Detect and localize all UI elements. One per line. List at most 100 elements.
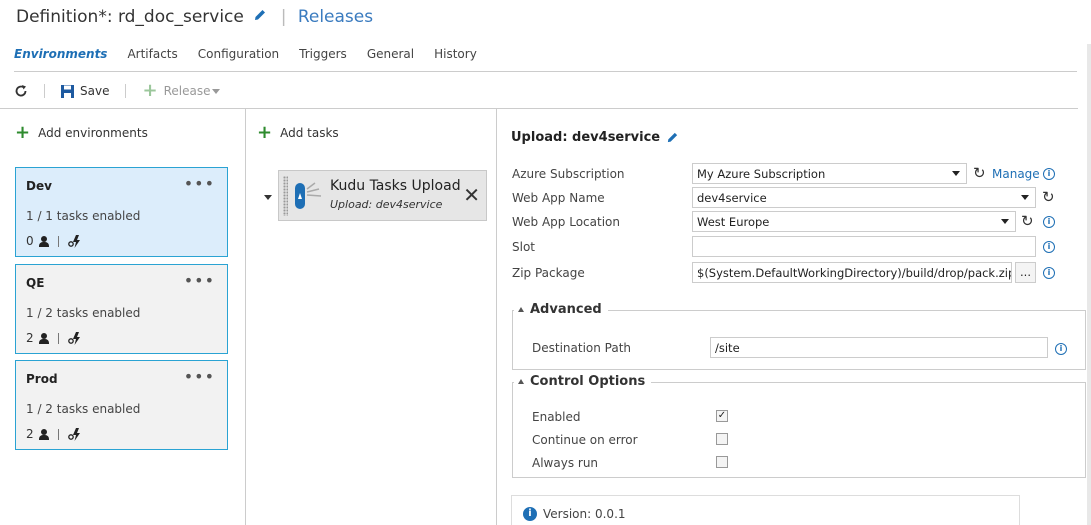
chevron-down-icon <box>212 88 221 94</box>
tab-artifacts[interactable]: Artifacts <box>127 47 177 61</box>
browse-button[interactable]: ... <box>1015 262 1036 283</box>
info-icon[interactable]: i <box>1043 216 1055 228</box>
chevron-down-icon <box>1021 195 1029 200</box>
environment-name: Dev <box>26 179 52 193</box>
advanced-toggle[interactable]: Advanced <box>514 302 608 317</box>
tab-general[interactable]: General <box>367 47 414 61</box>
control-options-toggle[interactable]: Control Options <box>514 374 652 389</box>
web-app-location-label: Web App Location <box>512 215 620 229</box>
save-button[interactable]: Save <box>61 84 109 98</box>
toolbar-separator <box>44 84 45 98</box>
web-app-name-value: dev4service <box>697 191 767 205</box>
deployment-conditions-icon[interactable] <box>67 427 82 441</box>
environment-icons: 2 <box>26 427 82 441</box>
refresh-button[interactable] <box>14 84 28 98</box>
refresh-icon <box>15 85 27 97</box>
edit-pencil-icon[interactable] <box>253 7 267 27</box>
chevron-down-icon <box>1001 219 1009 224</box>
approver-icon[interactable] <box>38 332 49 344</box>
deployment-conditions-icon[interactable] <box>67 331 82 345</box>
toolbar-separator <box>125 84 127 98</box>
collapse-triangle-icon <box>518 307 524 312</box>
drag-handle-icon[interactable] <box>283 176 288 216</box>
collapse-task-icon[interactable] <box>264 195 272 200</box>
tab-history[interactable]: History <box>434 47 477 61</box>
task-subtitle: Upload: dev4service <box>330 198 443 211</box>
destination-path-value: /site <box>715 341 740 355</box>
approver-icon[interactable] <box>38 235 49 247</box>
tabs-divider <box>14 71 1077 72</box>
more-options-icon[interactable]: ••• <box>184 271 215 290</box>
environment-card-prod[interactable]: Prod ••• 1 / 2 tasks enabled 2 <box>15 360 228 450</box>
task-detail-name: Upload: dev4service <box>511 130 661 145</box>
azure-subscription-select[interactable]: My Azure Subscription <box>692 163 967 184</box>
edit-pencil-icon[interactable] <box>666 131 679 144</box>
definition-title: Definition*: rd_doc_service <box>16 7 244 27</box>
web-app-name-select[interactable]: dev4service <box>692 187 1036 208</box>
deployment-conditions-icon[interactable] <box>67 234 82 248</box>
task-card-kudu-upload[interactable]: Kudu Tasks Upload Upload: dev4service ✕ <box>278 170 487 221</box>
web-app-location-select[interactable]: West Europe <box>692 211 1016 232</box>
task-title: Kudu Tasks Upload <box>330 178 461 194</box>
remove-task-icon[interactable]: ✕ <box>463 183 480 207</box>
info-icon[interactable]: i <box>1043 168 1055 180</box>
slot-input[interactable] <box>692 236 1036 257</box>
control-options-section <box>512 382 1086 478</box>
environment-card-dev[interactable]: Dev ••• 1 / 1 tasks enabled 0 <box>15 167 228 257</box>
environment-card-qe[interactable]: QE ••• 1 / 2 tasks enabled 2 <box>15 264 228 354</box>
info-icon[interactable]: i <box>1043 241 1055 253</box>
tab-configuration[interactable]: Configuration <box>198 47 279 61</box>
add-environments-label: Add environments <box>38 126 148 140</box>
tab-triggers[interactable]: Triggers <box>299 47 347 61</box>
advanced-legend: Advanced <box>530 302 602 317</box>
icon-separator <box>57 235 59 247</box>
more-options-icon[interactable]: ••• <box>184 367 215 386</box>
plus-icon: + <box>257 122 273 143</box>
info-icon[interactable]: i <box>1055 343 1067 355</box>
enabled-label: Enabled <box>532 410 581 424</box>
destination-path-label: Destination Path <box>532 341 632 355</box>
approver-icon[interactable] <box>38 428 49 440</box>
info-icon[interactable]: i <box>1043 267 1055 279</box>
azure-subscription-label: Azure Subscription <box>512 167 625 181</box>
always-run-checkbox[interactable] <box>716 456 728 468</box>
approver-count: 2 <box>26 331 34 345</box>
page-title: Definition*: rd_doc_service | Releases <box>16 7 373 27</box>
info-icon: i <box>523 507 537 521</box>
save-label: Save <box>80 84 110 98</box>
tasks-enabled-text: 1 / 1 tasks enabled <box>26 209 141 223</box>
destination-path-input[interactable]: /site <box>710 337 1048 358</box>
releases-link[interactable]: Releases <box>298 7 373 27</box>
continue-on-error-checkbox[interactable] <box>716 433 728 445</box>
continue-on-error-label: Continue on error <box>532 433 638 447</box>
web-app-name-label: Web App Name <box>512 191 605 205</box>
refresh-icon[interactable]: ↻ <box>1042 190 1055 205</box>
add-environments-button[interactable]: + Add environments <box>15 124 148 142</box>
tab-environments[interactable]: Environments <box>14 47 107 61</box>
toolbar: Save + Release <box>14 80 221 101</box>
refresh-icon[interactable]: ↻ <box>1021 214 1034 229</box>
release-label: Release <box>163 84 211 98</box>
zip-package-value: $(System.DefaultWorkingDirectory)/build/… <box>697 266 1012 280</box>
release-button[interactable]: + Release <box>142 80 221 101</box>
more-options-icon[interactable]: ••• <box>184 174 215 193</box>
version-text: Version: 0.0.1 <box>543 507 626 521</box>
icon-separator <box>57 428 59 440</box>
enabled-checkbox[interactable]: ✓ <box>716 410 728 422</box>
plus-icon: + <box>142 80 158 101</box>
approver-count: 2 <box>26 427 34 441</box>
zip-package-input[interactable]: $(System.DefaultWorkingDirectory)/build/… <box>692 262 1012 283</box>
approver-count: 0 <box>26 234 34 248</box>
refresh-icon[interactable]: ↻ <box>973 166 986 181</box>
tasks-enabled-text: 1 / 2 tasks enabled <box>26 402 141 416</box>
add-tasks-button[interactable]: + Add tasks <box>257 122 339 143</box>
web-app-location-value: West Europe <box>697 215 770 229</box>
column-divider <box>245 109 246 525</box>
manage-link[interactable]: Manage <box>992 167 1040 181</box>
scrollbar[interactable] <box>1087 44 1091 525</box>
toolbar-divider <box>0 108 1078 109</box>
tab-bar: Environments Artifacts Configuration Tri… <box>14 47 497 61</box>
environment-icons: 2 <box>26 331 82 345</box>
add-tasks-label: Add tasks <box>280 126 339 140</box>
slot-label: Slot <box>512 240 535 254</box>
